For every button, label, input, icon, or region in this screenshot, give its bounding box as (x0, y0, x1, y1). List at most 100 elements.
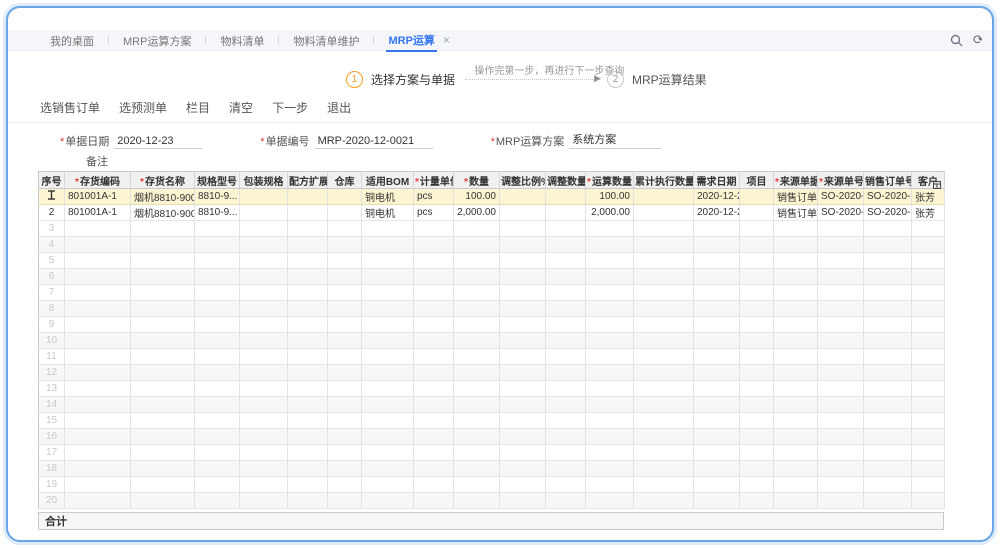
grid-cell[interactable] (240, 189, 288, 205)
grid-cell[interactable] (240, 349, 288, 365)
grid-cell[interactable] (288, 461, 328, 477)
grid-cell[interactable] (240, 285, 288, 301)
grid-cell[interactable] (864, 493, 912, 509)
grid-cell[interactable] (864, 445, 912, 461)
grid-cell[interactable] (818, 269, 864, 285)
grid-cell[interactable]: 烟机8810-9001 (131, 189, 195, 205)
grid-cell[interactable] (454, 397, 500, 413)
grid-cell[interactable] (500, 461, 546, 477)
grid-cell[interactable] (546, 397, 586, 413)
grid-cell[interactable]: SO-2020-1... (818, 189, 864, 205)
grid-cell[interactable] (864, 237, 912, 253)
grid-cell[interactable] (240, 237, 288, 253)
grid-cell[interactable] (195, 237, 240, 253)
grid-cell[interactable] (546, 477, 586, 493)
grid-cell[interactable] (240, 413, 288, 429)
grid-cell[interactable] (818, 333, 864, 349)
grid-cell[interactable] (912, 381, 945, 397)
grid-cell[interactable] (240, 461, 288, 477)
grid-cell[interactable] (288, 205, 328, 221)
table-row[interactable]: 9 (39, 317, 945, 333)
grid-cell[interactable] (740, 493, 774, 509)
grid-cell[interactable] (586, 317, 634, 333)
doc-date-input[interactable]: 2020-12-23 (114, 135, 202, 149)
grid-cell[interactable] (740, 397, 774, 413)
grid-cell[interactable] (694, 477, 740, 493)
grid-cell[interactable] (328, 253, 362, 269)
row-number-cell[interactable]: 8 (39, 301, 65, 317)
table-row[interactable]: 18 (39, 461, 945, 477)
grid-cell[interactable] (288, 445, 328, 461)
grid-cell[interactable] (634, 237, 694, 253)
grid-cell[interactable] (586, 381, 634, 397)
grid-cell[interactable] (546, 413, 586, 429)
grid-cell[interactable] (131, 381, 195, 397)
grid-cell[interactable] (131, 333, 195, 349)
grid-cell[interactable] (912, 237, 945, 253)
tab-mrp-plan[interactable]: MRP运算方案 (96, 30, 193, 50)
grid-cell[interactable] (864, 349, 912, 365)
column-header[interactable]: *来源单据 (774, 172, 818, 189)
grid-cell[interactable] (586, 461, 634, 477)
grid-cell[interactable] (195, 285, 240, 301)
grid-cell[interactable] (414, 221, 454, 237)
grid-cell[interactable] (694, 285, 740, 301)
grid-cell[interactable] (634, 333, 694, 349)
column-header[interactable]: 需求日期 (694, 172, 740, 189)
grid-cell[interactable] (414, 429, 454, 445)
tab-bom-maintain[interactable]: 物料清单维护 (266, 30, 361, 50)
grid-cell[interactable] (818, 349, 864, 365)
grid-cell[interactable] (818, 301, 864, 317)
grid-cell[interactable] (131, 477, 195, 493)
grid-cell[interactable] (240, 333, 288, 349)
grid-cell[interactable]: 100.00 (586, 189, 634, 205)
grid-cell[interactable] (864, 413, 912, 429)
grid-cell[interactable] (694, 349, 740, 365)
grid-cell[interactable] (414, 381, 454, 397)
grid-cell[interactable] (328, 365, 362, 381)
grid-cell[interactable] (195, 461, 240, 477)
grid-cell[interactable] (586, 413, 634, 429)
grid-cell[interactable] (774, 301, 818, 317)
grid-cell[interactable] (288, 237, 328, 253)
grid-cell[interactable]: 铜电机 (362, 205, 414, 221)
grid-cell[interactable] (454, 253, 500, 269)
tab-close-icon[interactable]: × (443, 34, 450, 46)
grid-cell[interactable] (740, 365, 774, 381)
grid-cell[interactable] (740, 429, 774, 445)
grid-cell[interactable] (65, 445, 131, 461)
grid-cell[interactable] (694, 365, 740, 381)
grid-cell[interactable] (454, 269, 500, 285)
column-header[interactable]: 项目 (740, 172, 774, 189)
grid-cell[interactable] (328, 349, 362, 365)
grid-cell[interactable] (740, 333, 774, 349)
grid-cell[interactable]: SO-2020-1... (864, 205, 912, 221)
grid-cell[interactable] (864, 365, 912, 381)
row-number-cell[interactable]: 18 (39, 461, 65, 477)
row-number-cell[interactable]: 4 (39, 237, 65, 253)
grid-cell[interactable] (740, 349, 774, 365)
grid-cell[interactable] (288, 413, 328, 429)
grid-cell[interactable] (65, 221, 131, 237)
row-number-cell[interactable]: 17 (39, 445, 65, 461)
grid-cell[interactable] (546, 221, 586, 237)
grid-cell[interactable] (774, 429, 818, 445)
grid-cell[interactable] (414, 333, 454, 349)
grid-cell[interactable] (864, 381, 912, 397)
grid-cell[interactable] (774, 445, 818, 461)
grid-cell[interactable] (454, 429, 500, 445)
grid-cell[interactable] (634, 301, 694, 317)
grid-cell[interactable]: 销售订单 (774, 205, 818, 221)
grid-cell[interactable] (500, 429, 546, 445)
grid-cell[interactable] (454, 349, 500, 365)
grid-cell[interactable] (131, 285, 195, 301)
grid-cell[interactable] (240, 301, 288, 317)
grid-cell[interactable] (500, 253, 546, 269)
row-number-cell[interactable]: 2 (39, 205, 65, 221)
grid-cell[interactable] (634, 365, 694, 381)
grid-cell[interactable] (328, 205, 362, 221)
grid-cell[interactable] (774, 461, 818, 477)
grid-cell[interactable]: 2,000.00 (586, 205, 634, 221)
grid-cell[interactable] (288, 189, 328, 205)
grid-cell[interactable] (195, 397, 240, 413)
